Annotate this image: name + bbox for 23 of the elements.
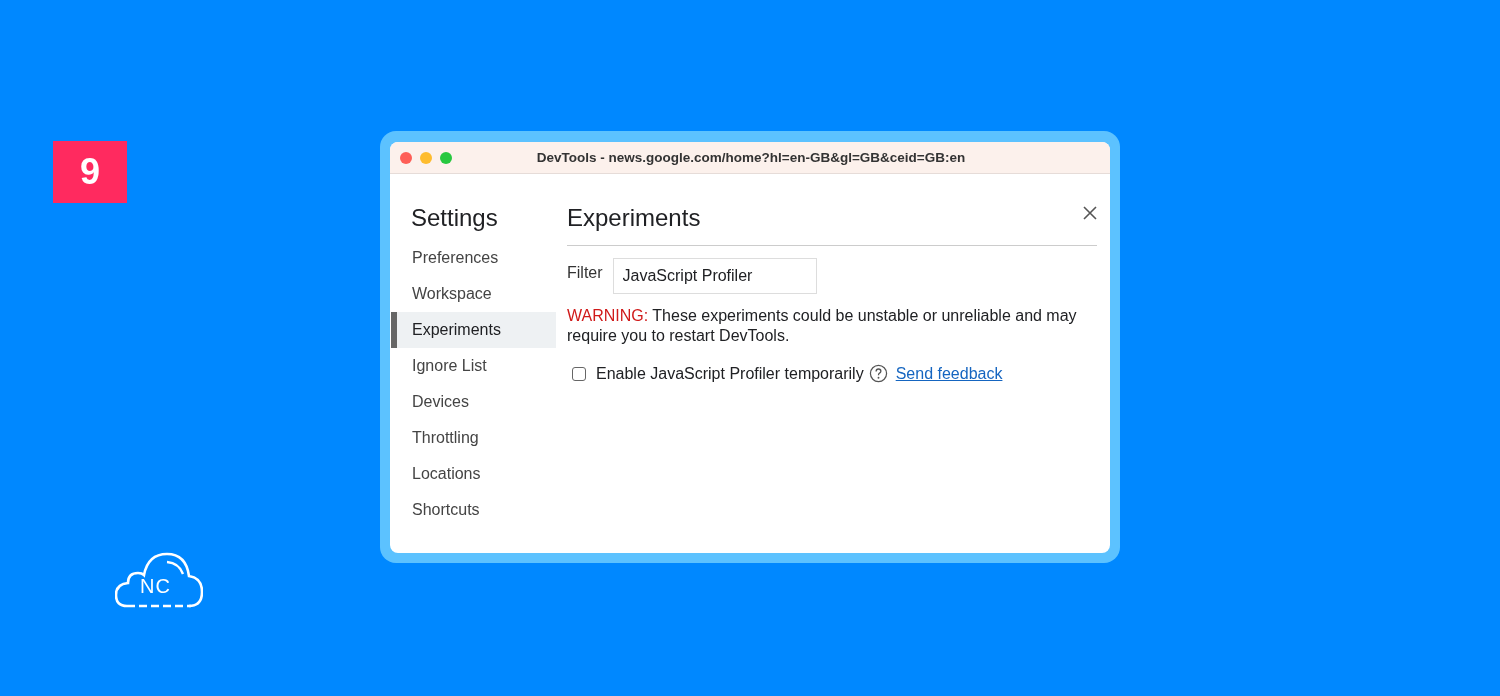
filter-field[interactable]: JavaScript Profiler [612, 258, 817, 294]
sidebar-item[interactable]: Ignore List [391, 348, 556, 384]
logo-text: NC [140, 575, 171, 597]
window-title: DevTools - news.google.com/home?hl=en-GB&gl=GB&ceid=GB:en [535, 150, 967, 165]
sidebar-item[interactable]: Locations [391, 456, 556, 492]
help-icon[interactable] [868, 364, 888, 383]
sidebar-item[interactable]: Experiments [391, 312, 556, 348]
send-feedback-link[interactable]: Send feedback [895, 364, 1003, 383]
experiment-label: Enable JavaScript Profiler temporarily [596, 364, 864, 383]
settings-title: Settings [410, 203, 499, 233]
sidebar-item[interactable]: Workspace [391, 276, 556, 312]
sidebar-item[interactable]: Preferences [391, 240, 556, 276]
warning-text: WARNING: These experiments could be unstable or unreliable and may require you to restart DevTools. [567, 306, 1077, 346]
close-window-button[interactable] [400, 151, 412, 164]
panel-title: Experiments [567, 203, 701, 233]
close-icon[interactable] [1083, 206, 1097, 220]
sidebar-item[interactable]: Throttling [391, 420, 556, 456]
checkbox[interactable] [572, 366, 586, 381]
sidebar-item[interactable]: Devices [391, 384, 556, 420]
step-badge: 9 [53, 141, 127, 203]
cloud-icon [115, 552, 203, 608]
filter-label: Filter [567, 264, 603, 282]
sidebar-item[interactable]: Shortcuts [391, 492, 556, 528]
